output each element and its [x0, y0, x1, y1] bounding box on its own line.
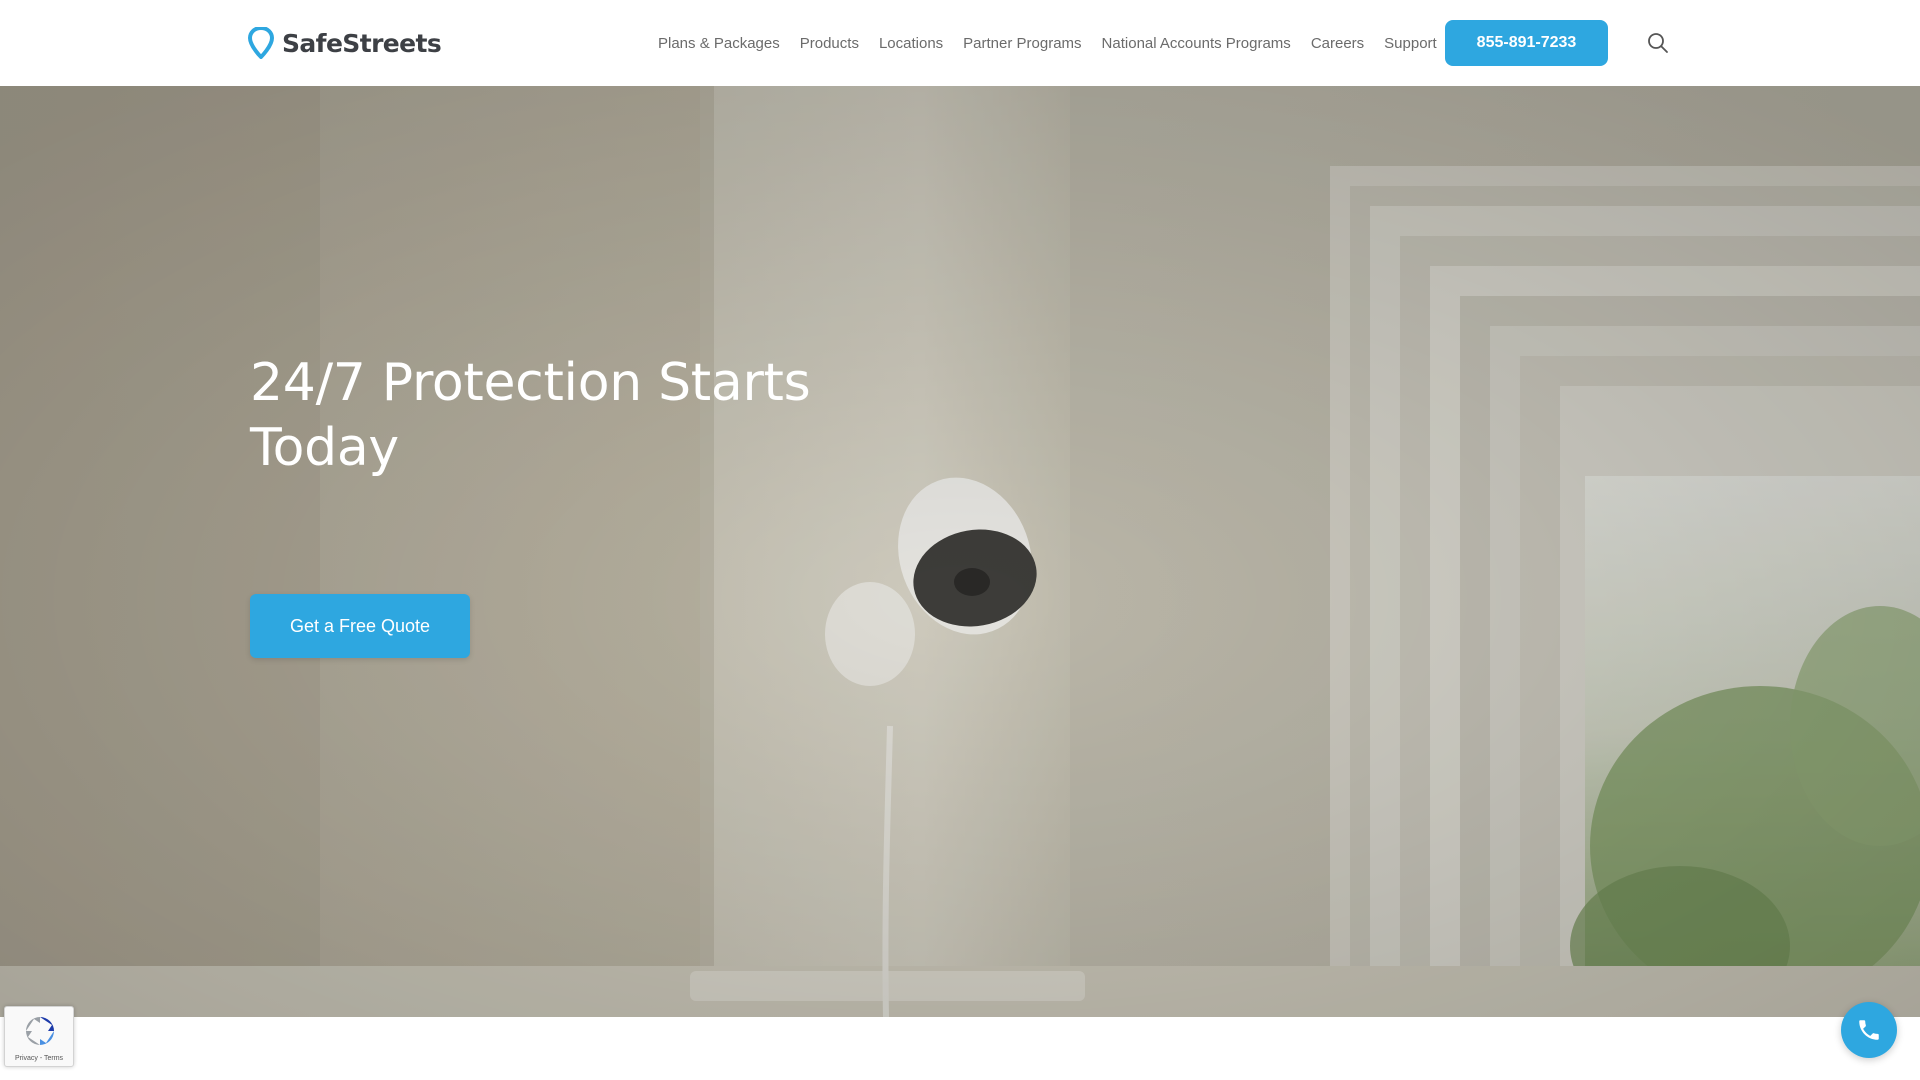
brand-name: SafeStreets — [282, 28, 442, 58]
hero-title: 24/7 Protection Starts Today — [250, 353, 811, 478]
nav-item-careers[interactable]: Careers — [1301, 35, 1374, 52]
recaptcha-badge[interactable]: Privacy - Terms — [4, 1006, 74, 1067]
brand-logo[interactable]: SafeStreets — [248, 26, 442, 60]
nav-item-locations[interactable]: Locations — [869, 35, 953, 52]
nav-item-plans-packages[interactable]: Plans & Packages — [658, 35, 790, 52]
recaptcha-links[interactable]: Privacy - Terms — [5, 1055, 73, 1062]
phone-icon — [1859, 1020, 1879, 1040]
nav-item-support[interactable]: Support — [1374, 35, 1447, 52]
search-icon[interactable] — [1647, 32, 1669, 54]
phone-number-button[interactable]: 855-891-7233 — [1445, 20, 1608, 66]
location-pin-icon — [248, 27, 274, 59]
recaptcha-icon — [26, 1017, 54, 1045]
page-content-below — [0, 1017, 1920, 1080]
main-nav: Plans & Packages Products Locations Part… — [658, 30, 1447, 56]
get-free-quote-button[interactable]: Get a Free Quote — [250, 594, 470, 658]
hero-image — [0, 86, 1920, 1017]
nav-item-national-accounts-programs[interactable]: National Accounts Programs — [1092, 35, 1301, 52]
nav-item-products[interactable]: Products — [790, 35, 869, 52]
nav-item-partner-programs[interactable]: Partner Programs — [953, 35, 1091, 52]
hero-section: 24/7 Protection Starts Today Get a Free … — [0, 86, 1920, 1017]
site-header: SafeStreets Plans & Packages Products Lo… — [0, 0, 1920, 86]
call-button[interactable] — [1841, 1002, 1897, 1058]
